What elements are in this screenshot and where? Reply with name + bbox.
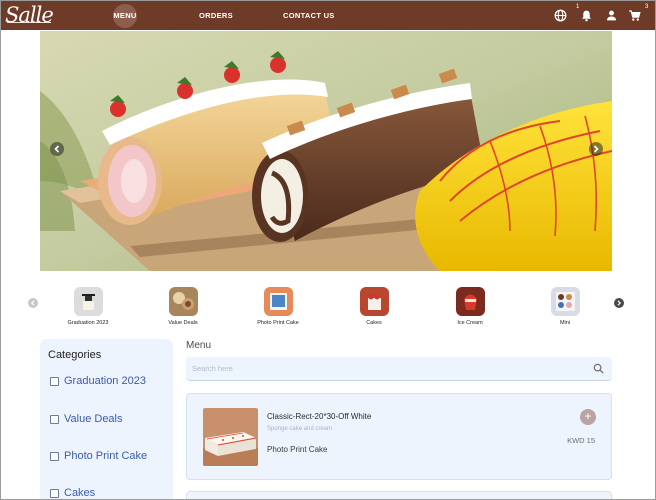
nav-menu[interactable]: MENU: [113, 1, 137, 30]
top-nav-bar: Salle MENU ORDERS CONTACT US 1 3: [1, 1, 655, 30]
cart-count-badge: 3: [645, 4, 649, 10]
menu-section-title: Menu: [186, 340, 212, 351]
hero-banner-image: [40, 31, 612, 271]
chevron-right-icon: [617, 300, 622, 306]
category-label: Photo Print Cake: [257, 320, 299, 326]
hero-prev-button[interactable]: [50, 142, 64, 156]
nav-orders[interactable]: ORDERS: [199, 1, 233, 30]
category-label: Mini: [559, 320, 571, 326]
categories-prev-button[interactable]: [28, 298, 38, 308]
category-graduation-2023[interactable]: Graduation 2023: [53, 287, 123, 326]
category-label: Graduation 2023: [67, 320, 109, 326]
sidebar-item-label: Cakes: [64, 487, 96, 499]
notifications-badge: 1: [576, 4, 580, 10]
checkbox[interactable]: [50, 377, 59, 386]
product-card[interactable]: [186, 491, 612, 499]
product-card[interactable]: Classic-Rect-20*30-Off White Sponge cake…: [186, 393, 612, 480]
mini-thumb: [550, 287, 580, 316]
shopping-cart-icon[interactable]: [628, 9, 641, 22]
sidebar-item-label: Value Deals: [64, 413, 123, 425]
cake-thumb: [359, 287, 389, 316]
product-name: Classic-Rect-20*30-Off White: [267, 412, 372, 421]
search-placeholder: Search here: [192, 364, 233, 373]
sidebar-title: Categories: [48, 349, 102, 361]
search-icon[interactable]: [593, 363, 604, 374]
category-cakes[interactable]: Cakes: [339, 287, 409, 326]
brand-logo-text: Salle: [5, 3, 54, 27]
sidebar-item-label: Photo Print Cake: [64, 450, 148, 462]
product-image: [203, 408, 258, 466]
category-label: Ice Cream: [457, 320, 483, 326]
checkbox[interactable]: [50, 452, 59, 461]
hero-banner: [40, 31, 612, 271]
notifications-bell-icon[interactable]: [580, 9, 593, 22]
nav-contact-us[interactable]: CONTACT US: [283, 1, 335, 30]
graduation-cake-thumb: [73, 287, 103, 316]
chevron-left-icon: [54, 145, 60, 153]
product-category: Photo Print Cake: [267, 445, 328, 454]
logo-underline: [7, 22, 51, 23]
brand-logo[interactable]: Salle: [5, 3, 57, 28]
chevron-left-icon: [30, 300, 35, 306]
category-value-deals[interactable]: Value Deals: [148, 287, 218, 326]
checkbox[interactable]: [50, 415, 59, 424]
hero-next-button[interactable]: [589, 142, 603, 156]
app-frame: Salle MENU ORDERS CONTACT US 1 3 Graduat…: [0, 0, 656, 500]
product-price: KWD 15: [567, 436, 595, 445]
category-photo-print-cake[interactable]: Photo Print Cake: [243, 287, 313, 326]
photo-print-cake-thumb: [263, 287, 293, 316]
chevron-right-icon: [593, 145, 599, 153]
language-globe-icon[interactable]: [554, 9, 567, 22]
account-user-icon[interactable]: [605, 9, 618, 22]
checkbox[interactable]: [50, 489, 59, 498]
category-mini[interactable]: Mini: [530, 287, 600, 326]
category-ice-cream[interactable]: Ice Cream: [435, 287, 505, 326]
sidebar-item-label: Graduation 2023: [64, 375, 146, 387]
product-description: Sponge cake and cream: [267, 426, 333, 432]
ice-cream-thumb: [455, 287, 485, 316]
category-label: Cakes: [366, 320, 382, 326]
value-deals-thumb: [168, 287, 198, 316]
categories-next-button[interactable]: [614, 298, 624, 308]
search-input[interactable]: Search here: [186, 357, 612, 381]
category-label: Value Deals: [168, 320, 198, 326]
add-to-cart-button[interactable]: +: [580, 409, 596, 425]
categories-sidebar: Categories Graduation 2023 Value Deals P…: [40, 339, 173, 499]
